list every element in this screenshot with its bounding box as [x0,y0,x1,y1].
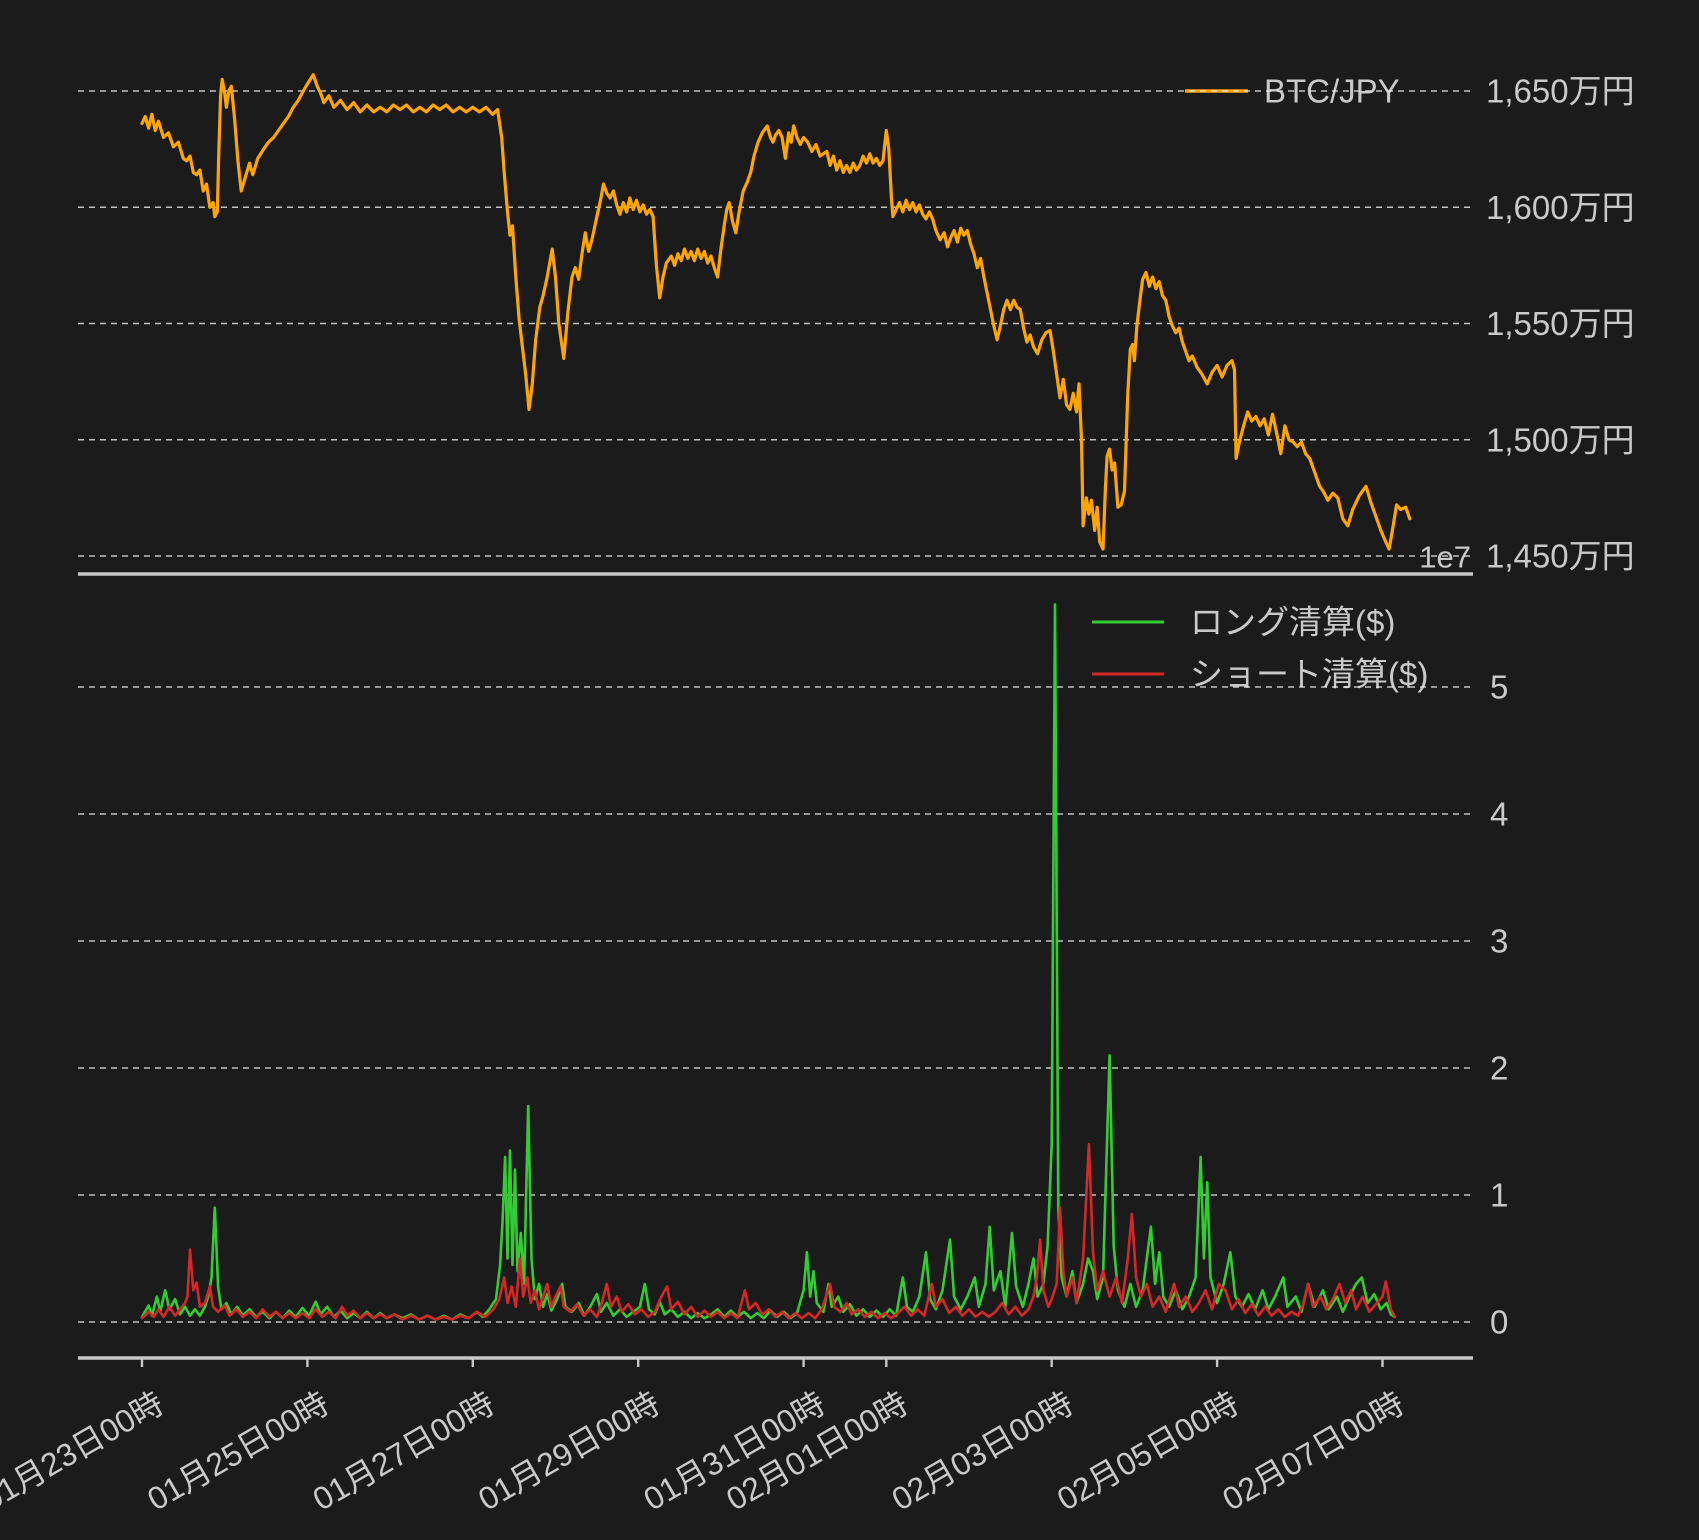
liquidation-y-tick-label: 1 [1490,1177,1508,1214]
liquidation-y-tick-label: 5 [1490,669,1508,706]
long-liquidation-legend-label: ロング清算($) [1190,604,1395,641]
y-axis-offset-label: 1e7 [1419,540,1471,575]
liquidation-y-tick-label: 0 [1490,1304,1508,1341]
liquidation-y-tick-label: 2 [1490,1050,1508,1087]
figure: BTC/JPY ロング清算($) ショート清算($) 1e7 1,650万円 1,… [0,0,1699,1540]
price-y-tick-label: 1,500万円 [1486,421,1635,458]
price-y-tick-label: 1,650万円 [1486,73,1635,110]
price-y-tick-label: 1,550万円 [1486,305,1635,342]
price-y-tick-label: 1,450万円 [1486,538,1635,575]
price-y-tick-label: 1,600万円 [1486,189,1635,226]
liquidation-y-tick-label: 3 [1490,923,1508,960]
liquidation-y-tick-label: 4 [1490,796,1508,833]
